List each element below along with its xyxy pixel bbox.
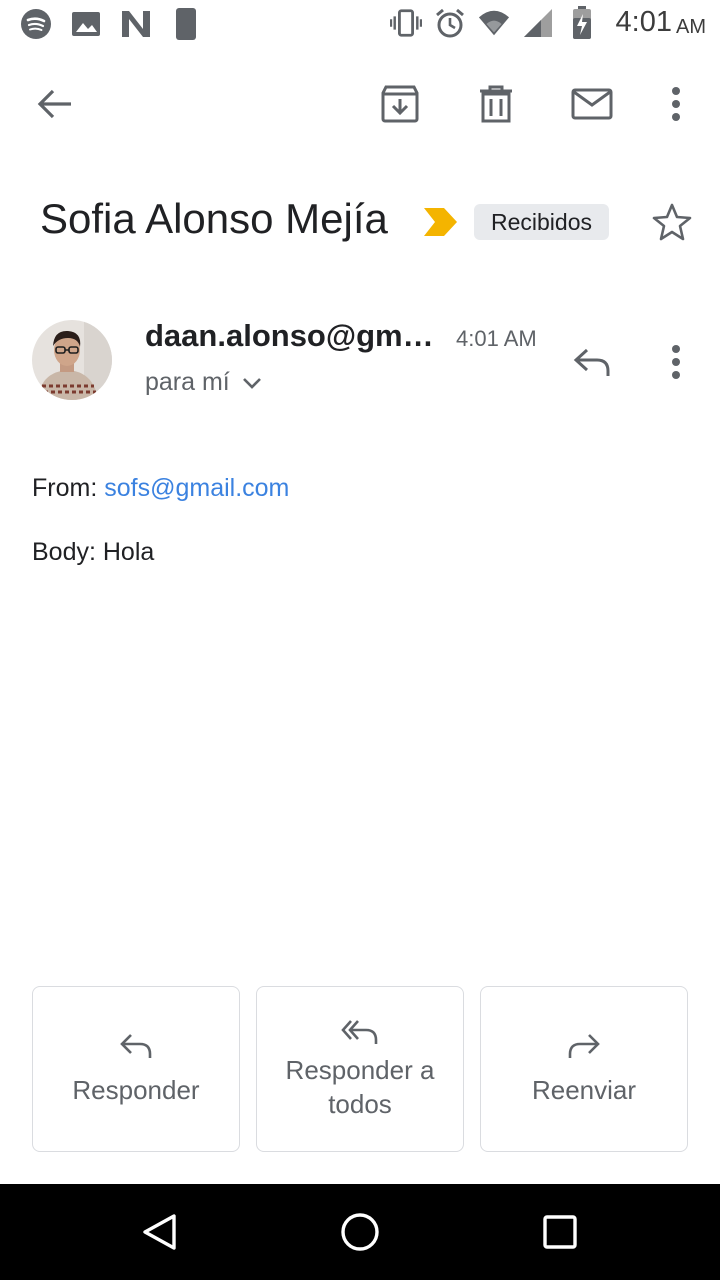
reply-all-label: Responder a todos bbox=[285, 1055, 435, 1119]
reply-all-button[interactable]: Responder a todos bbox=[256, 986, 464, 1152]
from-line: From: sofs@gmail.com bbox=[32, 474, 289, 503]
sent-time: 4:01 AM bbox=[456, 326, 537, 351]
forward-button[interactable]: Reenviar bbox=[480, 986, 688, 1152]
label-chip[interactable]: Recibidos bbox=[474, 204, 609, 240]
navigation-bar bbox=[0, 1184, 720, 1280]
status-bar: 4:01 AM bbox=[0, 0, 720, 50]
reply-icon[interactable] bbox=[566, 336, 618, 388]
delete-icon[interactable] bbox=[470, 78, 522, 130]
important-marker-icon[interactable] bbox=[422, 207, 458, 242]
mark-unread-icon[interactable] bbox=[566, 78, 618, 130]
wifi-icon bbox=[478, 7, 510, 39]
star-icon[interactable] bbox=[650, 200, 694, 244]
forward-icon bbox=[564, 1031, 604, 1061]
from-email-link[interactable]: sofs@gmail.com bbox=[104, 474, 289, 502]
reply-label: Responder bbox=[72, 1075, 200, 1105]
status-ampm: AM bbox=[676, 16, 706, 38]
status-time: 4:01 bbox=[615, 6, 672, 38]
back-nav-icon[interactable] bbox=[136, 1208, 184, 1256]
home-nav-icon[interactable] bbox=[336, 1208, 384, 1256]
vibrate-icon bbox=[389, 7, 422, 39]
email-subject: Sofia Alonso Mejía bbox=[40, 195, 388, 242]
chevron-down-icon bbox=[242, 377, 261, 389]
reply-all-icon bbox=[340, 1017, 380, 1047]
sleep-mode-icon bbox=[170, 8, 202, 40]
battery-charging-icon bbox=[566, 5, 598, 39]
alarm-icon bbox=[434, 7, 466, 39]
body-text: Body: Hola bbox=[32, 538, 155, 566]
recipient-toggle[interactable]: para mí bbox=[145, 368, 262, 397]
image-icon bbox=[70, 8, 102, 40]
recipient-label: para mí bbox=[145, 368, 230, 396]
toolbar bbox=[0, 62, 720, 146]
back-arrow-icon[interactable] bbox=[29, 78, 81, 130]
more-vert-icon[interactable] bbox=[650, 78, 702, 130]
n-app-icon bbox=[120, 8, 152, 40]
from-label: From: bbox=[32, 474, 98, 502]
reply-button[interactable]: Responder bbox=[32, 986, 240, 1152]
forward-label: Reenviar bbox=[531, 1075, 637, 1105]
reply-icon bbox=[116, 1031, 156, 1061]
message-more-icon[interactable] bbox=[650, 336, 702, 388]
sender-email[interactable]: daan.alonso@gma… bbox=[145, 318, 443, 354]
signal-icon bbox=[522, 7, 554, 39]
avatar[interactable] bbox=[32, 320, 112, 400]
archive-icon[interactable] bbox=[374, 78, 426, 130]
recents-nav-icon[interactable] bbox=[536, 1208, 584, 1256]
spotify-icon bbox=[20, 8, 52, 40]
